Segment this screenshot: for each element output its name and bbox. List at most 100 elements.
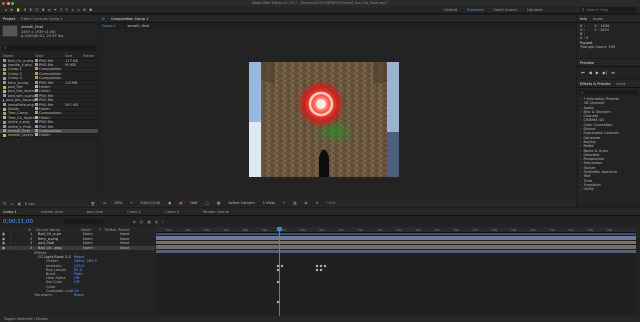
tab-effects-presets[interactable]: Effects & Presets: [580, 82, 610, 86]
scene-image[interactable]: [249, 62, 399, 177]
tab-composition[interactable]: Composition Comp 1: [111, 17, 149, 21]
motion-blur-icon[interactable]: ◍: [155, 220, 158, 224]
rectangle-tool-icon[interactable]: ▭: [48, 8, 51, 12]
roto-tool-icon[interactable]: ⊛: [83, 8, 86, 12]
workspace-standard[interactable]: Standard: [467, 8, 483, 12]
tab-project[interactable]: Project: [3, 17, 15, 21]
selection-tool-icon[interactable]: ➤: [10, 8, 13, 12]
column-name[interactable]: Name: [3, 54, 35, 58]
layer-name[interactable]: Ball_Ch...png: [38, 246, 83, 250]
snapshot-icon[interactable]: ⌖: [130, 201, 132, 205]
transparency-icon[interactable]: ▥: [293, 201, 296, 205]
workspace-default[interactable]: Default: [444, 8, 457, 12]
project-item[interactable]: wreath_layers Folder: [0, 133, 98, 139]
col-source-name[interactable]: Source Name: [36, 228, 81, 232]
region-icon[interactable]: ▢: [206, 201, 209, 205]
pen-tool-icon[interactable]: ✒: [54, 8, 57, 12]
new-composition-icon[interactable]: ▣: [18, 202, 21, 206]
playhead[interactable]: [279, 227, 280, 318]
project-search[interactable]: ⚲: [2, 45, 96, 51]
color-icon[interactable]: ●: [179, 201, 182, 205]
tab-effect-controls[interactable]: Effect Controls Comp 1: [21, 17, 62, 21]
layer-name[interactable]: pod_final: [38, 241, 83, 245]
camera-icon[interactable]: ◉: [168, 201, 171, 205]
brush-tool-icon[interactable]: ✎: [65, 8, 68, 12]
tab-info[interactable]: Info: [580, 17, 587, 21]
interpret-footage-icon[interactable]: ☰: [3, 202, 6, 206]
layer-name[interactable]: fiery_a.png: [38, 237, 83, 241]
tab-preview[interactable]: Preview: [580, 61, 594, 65]
layer-mode[interactable]: Norm: [83, 237, 120, 241]
effects-search[interactable]: ⚲: [579, 90, 638, 95]
fast-preview-icon[interactable]: ⚡: [283, 201, 286, 205]
exposure-value[interactable]: +0.0: [326, 201, 335, 205]
timeline-tab[interactable]: Comp 1: [3, 210, 17, 214]
new-folder-icon[interactable]: ▭: [10, 202, 13, 206]
prev-frame-icon[interactable]: ◀: [589, 70, 592, 75]
layer-parent[interactable]: None: [120, 246, 136, 250]
tab-libraries[interactable]: Libra: [616, 82, 625, 86]
resolution-dropdown[interactable]: Half: [190, 201, 197, 205]
subtab-wreath[interactable]: wreath_final: [127, 24, 149, 28]
timeline-tab[interactable]: wreath_final: [41, 210, 63, 214]
effects-category[interactable]: › Utility: [580, 187, 640, 191]
timeline-tab[interactable]: Render Queue: [203, 210, 229, 214]
col-mode[interactable]: Mode: [81, 228, 99, 232]
current-time[interactable]: 0;00;11;00: [3, 219, 43, 225]
eraser-tool-icon[interactable]: ◇: [77, 8, 80, 12]
timeline-tab[interactable]: Comp 3: [165, 210, 179, 214]
layer-bar-2[interactable]: [156, 240, 636, 244]
layer-name[interactable]: Ball_Cir_a.pn: [38, 232, 83, 236]
layer-expand-icon[interactable]: ›: [10, 232, 30, 236]
zoom-dropdown[interactable]: 50%: [114, 201, 122, 205]
timeline-tab[interactable]: pod_final: [87, 210, 103, 214]
property-value[interactable]: Reset: [74, 293, 104, 297]
frame-blending-icon[interactable]: ▦: [147, 220, 150, 224]
composition-viewer[interactable]: [99, 29, 576, 197]
layer-expand-icon[interactable]: ›: [10, 237, 30, 241]
layer-parent[interactable]: None: [120, 241, 136, 245]
shy-icon[interactable]: ☺: [140, 220, 144, 224]
toggle-switches-label[interactable]: Toggle Switches / Modes: [4, 317, 48, 321]
views-dropdown[interactable]: 1 View: [263, 201, 275, 205]
exposure-icon[interactable]: ☀: [315, 201, 318, 205]
delete-icon[interactable]: 🗑: [90, 202, 95, 206]
col-trkmat[interactable]: TrkMat: [104, 228, 118, 232]
property-value[interactable]: Off: [74, 280, 104, 284]
stamp-tool-icon[interactable]: ⊥: [71, 8, 74, 12]
grid-icon[interactable]: ▦: [217, 201, 220, 205]
current-timecode[interactable]: 0;00;11;00: [140, 201, 160, 205]
pan-tool-icon[interactable]: ✥: [42, 8, 45, 12]
workspace-small-screen[interactable]: Small Screen: [494, 8, 517, 12]
layer-parent[interactable]: None: [120, 237, 136, 241]
home-icon[interactable]: ⌂: [5, 8, 7, 12]
3d-icon[interactable]: ⧉: [305, 201, 308, 205]
visibility-icon[interactable]: ◉: [2, 232, 8, 236]
camera-tool-icon[interactable]: ⎔: [35, 8, 38, 12]
column-size[interactable]: Size: [65, 54, 83, 58]
subtab-comp1[interactable]: Comp 1: [102, 24, 116, 28]
visibility-icon[interactable]: ◉: [2, 246, 8, 250]
text-tool-icon[interactable]: T: [60, 8, 62, 12]
next-frame-icon[interactable]: ▶|: [603, 70, 607, 75]
layer-mode[interactable]: Norm: [83, 232, 120, 236]
track-area[interactable]: [156, 235, 636, 315]
tab-audio[interactable]: Audio: [593, 17, 603, 21]
rotate-tool-icon[interactable]: ↻: [29, 8, 32, 12]
last-frame-icon[interactable]: ⏭: [611, 70, 615, 75]
timeline-search[interactable]: [63, 219, 103, 224]
zoom-tool-icon[interactable]: ⚲: [24, 8, 27, 12]
layer-bar-3[interactable]: [156, 245, 636, 249]
column-type[interactable]: Type: [35, 54, 65, 58]
bpc-label[interactable]: 8 bpc: [25, 202, 35, 206]
column-frame[interactable]: Frame: [83, 54, 97, 58]
layer-expand-icon[interactable]: ›: [10, 246, 30, 250]
workspace-libraries[interactable]: Libraries: [527, 8, 543, 12]
graph-editor-icon[interactable]: ⌇: [162, 220, 164, 224]
layer-parent[interactable]: None: [120, 232, 136, 236]
layer-bar-1[interactable]: [156, 236, 636, 240]
hand-tool-icon[interactable]: ✋: [16, 8, 20, 12]
lock-icon[interactable]: ⊠: [102, 17, 105, 21]
camera-dropdown[interactable]: Active Camera: [228, 201, 254, 205]
playhead-handle[interactable]: [277, 227, 282, 231]
